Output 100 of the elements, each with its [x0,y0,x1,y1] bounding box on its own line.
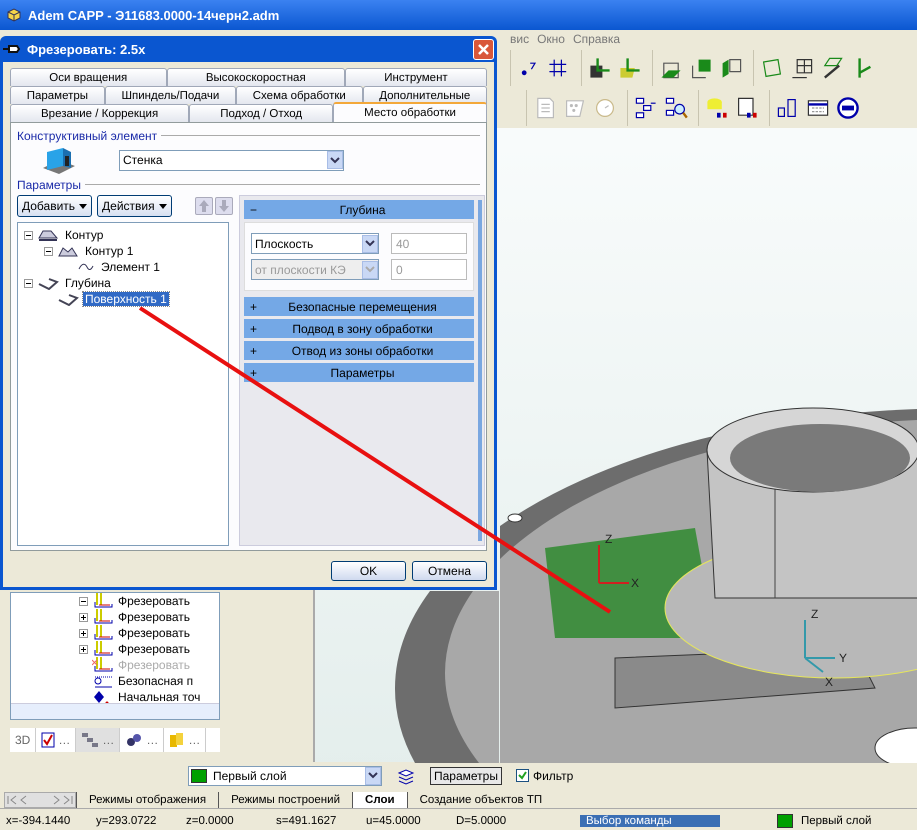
database-icon[interactable] [705,96,729,120]
tree-view[interactable]: Контур Контур 1 Элемент 1 Глубина Поверхность 1 [17,222,229,546]
dropdown-button[interactable] [327,151,343,169]
sheet-tab[interactable]: Режимы отображения [76,792,218,808]
horizontal-scrollbar[interactable] [11,703,219,719]
dialog-tab[interactable]: Врезание / Коррекция [10,104,190,122]
section-header[interactable]: + Отвод из зоны обработки [244,341,474,360]
part-model-drawing[interactable] [500,408,917,763]
panel-tab[interactable]: … [120,728,164,752]
element-dropdown[interactable]: Стенка [119,150,344,170]
expand-button[interactable] [79,612,88,622]
milling-icon [92,641,114,657]
dialog-tab[interactable]: Место обработки [333,102,488,122]
filter-checkbox[interactable] [516,769,529,782]
close-button[interactable] [473,38,494,60]
dialog-tab[interactable]: Оси вращения [10,68,167,86]
floppy-axes-icon[interactable] [588,56,612,80]
dialog-title: Фрезеровать: 2.5x [27,42,146,56]
dropdown[interactable]: Плоскость [251,233,379,254]
layers-icon[interactable] [396,766,416,784]
sheet-icon[interactable] [760,56,784,80]
folder-axes-icon[interactable] [618,56,642,80]
dialog-tab[interactable]: Параметры [10,86,105,104]
milling-icon [92,657,114,673]
axis-triad-drawing [804,619,836,673]
layer-dropdown[interactable]: Первый слой [188,766,382,786]
dropdown-button[interactable] [362,234,378,252]
section-header[interactable]: + Безопасные перемещения [244,297,474,316]
axis-label: Y [839,651,848,665]
minus-circle-icon[interactable] [836,96,860,120]
tree-icon[interactable] [634,96,658,120]
collapse-button[interactable] [24,230,33,240]
close-icon [478,44,489,54]
caret-icon [79,204,88,208]
down-arrow-icon [216,198,231,214]
tree-item[interactable]: Начальная точ [118,690,200,703]
chevron-icon [368,772,378,779]
coordinate-readout: D=5.0000 [455,814,508,826]
milling-icon [92,609,114,625]
tree-item[interactable]: Элемент 1 [99,260,162,274]
menu-item[interactable]: Окно [537,32,565,46]
cancel-button[interactable]: Отмена [412,561,487,581]
search-icon[interactable] [664,96,688,120]
tree-item[interactable]: Фрезеровать [118,594,190,608]
disk-rim-drawing[interactable] [395,591,499,763]
panel-tab[interactable]: … [164,728,206,752]
window-title: Adem CAPP - Э11683.0000-14черн2.adm [28,8,280,22]
coordinate-readout: u=45.0000 [365,814,422,826]
section-header[interactable]: − Глубина [244,200,474,219]
tree-item[interactable]: Фрезеровать [118,626,190,640]
sheet-tab[interactable]: Слои [352,792,407,808]
group-label: Конструктивный элемент [17,128,158,142]
collapse-button[interactable] [44,246,53,256]
tree-icon [81,732,100,748]
tree-item[interactable]: Контур [63,228,106,242]
section-header[interactable]: + Параметры [244,363,474,382]
dropdown-button[interactable] [365,766,381,784]
milling-icon [92,625,114,641]
expand-button[interactable] [79,644,88,654]
tab-navigation-icon[interactable] [4,792,76,808]
tree-item[interactable]: Глубина [63,276,113,290]
parameters-button[interactable]: Параметры [430,766,502,784]
checklist-icon [41,732,56,748]
expand-button[interactable] [79,628,88,638]
axis-label: Z [605,532,612,546]
contour-icon [37,228,59,242]
panel-tab[interactable]: … [76,728,120,752]
axis-label: X [825,675,834,689]
ok-button[interactable]: OK [331,561,406,581]
menu-item[interactable]: Справка [572,32,620,46]
tree-item[interactable]: Фрезеровать [118,642,190,656]
collapse-button[interactable] [79,596,88,606]
panel-tab[interactable]: … [36,728,76,752]
dialog-tab[interactable]: Высокоскоростная [166,68,345,86]
document-icon[interactable] [735,96,759,120]
status-message: Выбор команды [580,814,720,826]
cube-icon [6,7,22,23]
grid-icon[interactable] [790,56,814,80]
coordinate-readout: z=0.0000 [185,814,235,826]
collapse-button[interactable] [24,278,33,288]
vertical-scrollbar[interactable] [478,200,482,541]
depth-icon [57,292,79,306]
panel-tab[interactable]: 3D [10,728,36,752]
cylinders-icon [169,732,186,748]
dialog-tab[interactable]: Подход / Отход [189,104,334,122]
dropdown-button[interactable]: Действия [97,195,172,217]
coordinate-readout: s=491.1627 [275,814,338,826]
tree-item[interactable]: Контур 1 [83,244,136,258]
dialog-tab[interactable]: Инструмент [344,68,487,86]
sheet-tab[interactable]: Создание объектов ТП [406,792,554,808]
menu-item[interactable]: вис [510,32,530,46]
depth-icon [37,276,59,290]
tree-item[interactable]: Безопасная п [118,674,194,688]
dialog-tab[interactable]: Схема обработки [236,86,363,104]
dropdown-button[interactable]: Добавить [17,195,92,217]
tree-item[interactable]: Поверхность 1 [83,292,169,306]
checkbox-label: Фильтр [532,768,574,782]
tree-item[interactable]: Фрезеровать [118,610,190,624]
dialog-tab[interactable]: Шпиндель/Подачи [104,86,236,104]
section-header[interactable]: + Подвод в зону обработки [244,319,474,338]
